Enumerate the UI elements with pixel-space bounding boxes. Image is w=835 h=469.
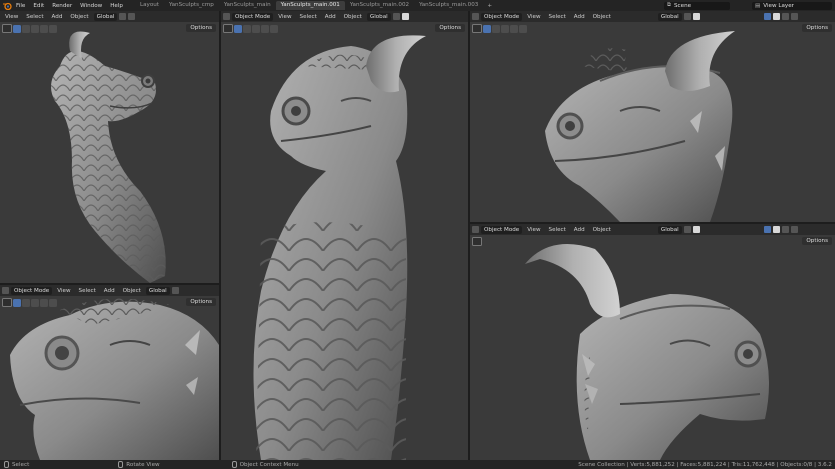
workspace-tab-main-001[interactable]: YanSculpts_main.001 <box>275 1 345 10</box>
dragon-head-model <box>253 35 426 460</box>
dragon-head-model <box>51 31 166 283</box>
status-bar: Select Rotate View Object Context Menu S… <box>0 460 835 469</box>
status-right-action: Object Context Menu <box>239 461 299 468</box>
scene-name: Scene <box>674 2 692 9</box>
dragon-head-model <box>10 298 219 460</box>
scene-icon: ⧉ <box>667 2 671 8</box>
menu-render[interactable]: Render <box>48 3 76 9</box>
menu-help[interactable]: Help <box>106 3 127 9</box>
scene-selector[interactable]: ⧉ Scene <box>664 1 730 10</box>
top-menu-bar: File Edit Render Window Help Layout YanS… <box>0 0 835 11</box>
viewport-top-left[interactable]: View Select Add Object Global Options <box>0 11 219 283</box>
viewport-center[interactable]: Object Mode View Select Add Object Globa… <box>221 11 468 460</box>
menu-file[interactable]: File <box>12 3 29 9</box>
workspace-tab-main-003[interactable]: YanSculpts_main.003 <box>414 1 483 10</box>
view-layer-name: View Layer <box>763 2 794 9</box>
status-left-action: Select <box>12 461 30 468</box>
viewport-bottom-right[interactable]: Object Mode View Select Add Object Globa… <box>470 224 835 460</box>
add-workspace-button[interactable]: + <box>483 3 496 9</box>
mouse-middle-icon <box>118 461 124 468</box>
scene-statistics: Scene Collection | Verts:5,881,252 | Fac… <box>578 461 832 468</box>
dragon-head-model <box>525 244 769 460</box>
menu-edit[interactable]: Edit <box>29 3 48 9</box>
dragon-head-model <box>545 31 735 222</box>
workspace-tab-cmp[interactable]: YanSculpts_cmp <box>164 1 219 10</box>
viewport-top-right[interactable]: Object Mode View Select Add Object Globa… <box>470 11 835 222</box>
view-layer-selector[interactable]: ▤ View Layer <box>752 1 832 10</box>
mouse-right-icon <box>231 461 237 468</box>
status-middle-action: Rotate View <box>126 461 160 468</box>
view-layer-icon: ▤ <box>755 2 761 9</box>
menu-window[interactable]: Window <box>76 3 106 9</box>
workspace-tab-layout[interactable]: Layout <box>135 1 164 10</box>
workspace-tab-main[interactable]: YanSculpts_main <box>219 1 276 10</box>
viewport-bottom-left[interactable]: Object Mode View Select Add Object Globa… <box>0 285 219 460</box>
workspace-tab-main-002[interactable]: YanSculpts_main.002 <box>345 1 414 10</box>
mouse-left-icon <box>4 461 9 468</box>
blender-logo-icon[interactable] <box>2 1 12 10</box>
